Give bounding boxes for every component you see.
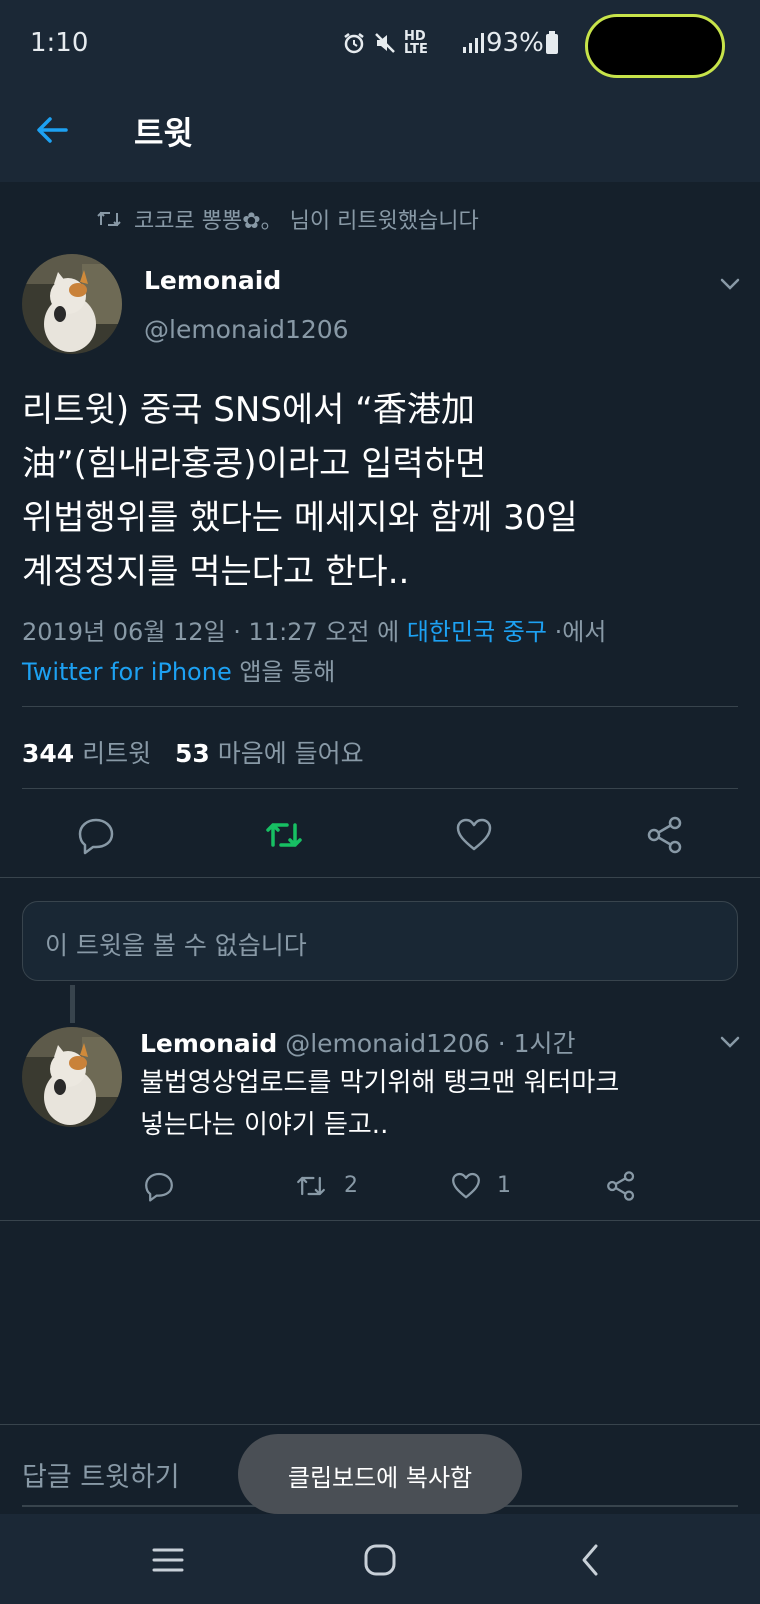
meta-suffix: ·에서 [546, 618, 607, 646]
reply-share-icon[interactable] [605, 1170, 637, 1202]
client-link[interactable]: Twitter for iPhone [22, 658, 232, 686]
divider [0, 877, 760, 878]
tweet-text-line: 리트윗) 중국 SNS에서 “香港加 [22, 390, 475, 430]
battery-percent: 93% [486, 28, 544, 58]
camera-cutout [585, 14, 725, 78]
share-icon[interactable] [645, 815, 685, 855]
reply-text-line: 넣는다는 이야기 듣고.. [140, 1110, 389, 1140]
chevron-down-icon[interactable] [716, 270, 744, 298]
toast-text: 클립보드에 복사함 [287, 1464, 473, 1492]
reply-header[interactable]: Lemonaid @lemonaid1206 · 1시간 [140, 1024, 576, 1060]
battery-icon [546, 31, 558, 54]
avatar[interactable] [22, 254, 122, 354]
tweet-text-line: 油”(힘내라홍콩)이라고 입력하면 [22, 444, 487, 484]
reply-retweet-icon[interactable] [294, 1170, 328, 1202]
retweeted-by-header[interactable]: 코코로 뽕뽕✿。 님이 리트윗했습니다 [96, 203, 479, 235]
reply-text: 불법영상업로드를 막기위해 탱크맨 워터마크 넣는다는 이야기 듣고.. [140, 1062, 700, 1146]
retweet-small-icon [97, 211, 121, 227]
divider [0, 1220, 760, 1221]
reply-avatar[interactable] [22, 1027, 122, 1127]
divider [22, 788, 738, 789]
page-title: 트윗 [134, 114, 193, 152]
reply-retweet-count: 2 [344, 1173, 358, 1198]
cat-avatar-image [22, 254, 122, 354]
tweet-text-line: 위법행위를 했다는 메세지와 함께 30일 [22, 498, 578, 538]
location-link[interactable]: 대한민국 중구 [407, 618, 547, 646]
recent-apps-icon[interactable] [146, 1538, 190, 1582]
reply-text-line: 불법영상업로드를 막기위해 탱크맨 워터마크 [140, 1068, 620, 1098]
like-count: 53 [174, 739, 210, 768]
composer-top-divider [0, 1424, 760, 1425]
retweet-icon[interactable] [264, 815, 304, 855]
tweet-text-line: 계정정지를 먹는다고 한다.. [22, 552, 410, 592]
status-icons: HD LTE [342, 30, 484, 56]
author-name[interactable]: Lemonaid [144, 266, 281, 295]
mute-icon [375, 33, 395, 53]
reply-author-name[interactable]: Lemonaid [140, 1029, 277, 1058]
retweet-count: 344 [22, 739, 75, 768]
signal-icon [463, 33, 484, 53]
reply-composer-input[interactable]: 답글 트윗하기 [22, 1455, 180, 1494]
tweet-stats[interactable]: 344 리트윗 53 마음에 들어요 [22, 734, 364, 770]
retweet-label: 리트윗 [74, 739, 152, 768]
status-time: 1:10 [30, 28, 89, 58]
divider [22, 706, 738, 707]
tweet-meta-client: Twitter for iPhone 앱을 통해 [22, 652, 335, 687]
reply-handle-time: @lemonaid1206 · 1시간 [277, 1029, 576, 1058]
status-bar: 1:10 HD LTE 93% [0, 0, 760, 78]
retweeted-by-text: 코코로 뽕뽕✿。 님이 리트윗했습니다 [134, 209, 479, 234]
back-arrow-icon[interactable] [30, 108, 74, 152]
client-suffix: 앱을 통해 [231, 658, 336, 686]
tweet-text: 리트윗) 중국 SNS에서 “香港加 油”(힘내라홍콩)이라고 입력하면 위법행… [22, 383, 722, 599]
reply-chevron-down-icon[interactable] [716, 1028, 744, 1056]
system-nav-bar [0, 1514, 760, 1604]
network-label: HD LTE [404, 29, 428, 57]
toast: 클립보드에 복사함 [238, 1434, 522, 1514]
heart-icon[interactable] [454, 815, 494, 855]
like-label: 마음에 들어요 [209, 739, 364, 768]
unavailable-tweet-card: 이 트윗을 볼 수 없습니다 [22, 901, 738, 981]
alarm-icon [344, 33, 364, 54]
home-icon[interactable] [358, 1538, 402, 1582]
reply-icon[interactable] [76, 815, 116, 855]
cat-avatar-image [22, 1027, 122, 1127]
app-bar: 트윗 [0, 78, 760, 182]
tweet-meta-date: 2019년 06월 12일 · 11:27 오전 에 대한민국 중구 ·에서 [22, 612, 606, 647]
thread-connector [70, 985, 75, 1023]
author-handle[interactable]: @lemonaid1206 [144, 315, 349, 344]
reply-reply-icon[interactable] [143, 1170, 175, 1202]
reply-like-count: 1 [497, 1173, 511, 1198]
unavailable-tweet-text: 이 트윗을 볼 수 없습니다 [45, 931, 307, 960]
tweet-date: 2019년 06월 12일 · 11:27 오전 에 [22, 618, 407, 646]
reply-heart-icon[interactable] [450, 1170, 482, 1202]
back-icon[interactable] [570, 1538, 614, 1582]
